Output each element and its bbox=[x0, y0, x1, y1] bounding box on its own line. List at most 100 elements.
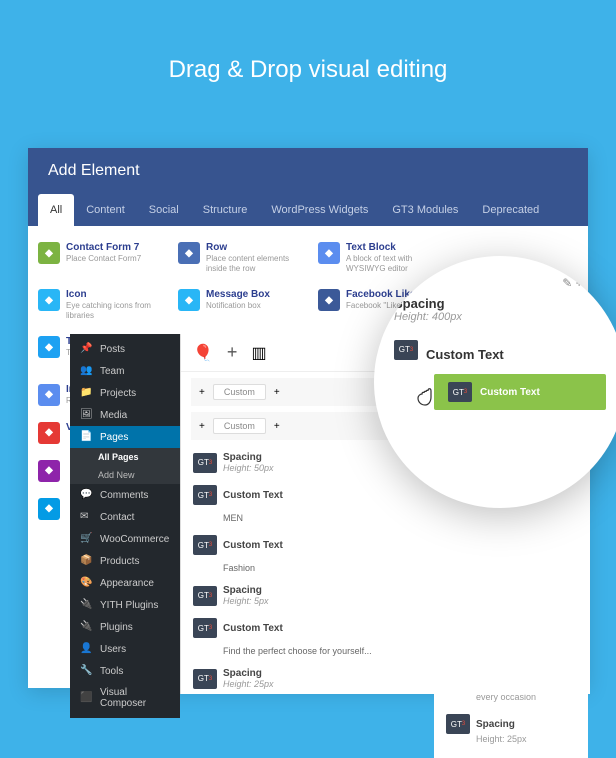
element-card[interactable]: ◆RowPlace content elements inside the ro… bbox=[174, 236, 310, 279]
element-card[interactable]: ◆ Message BoxNotification box bbox=[174, 283, 310, 326]
logo-icon: 🎈 bbox=[193, 343, 213, 363]
wp-menu-comments[interactable]: 💬Comments bbox=[70, 484, 180, 506]
builder-block[interactable]: GT3SpacingHeight: 25px bbox=[181, 662, 590, 695]
menu-icon: 🛒 bbox=[80, 533, 92, 545]
wp-menu-media[interactable]: 🖼Media bbox=[70, 404, 180, 426]
element-icon: ◆ bbox=[38, 384, 60, 406]
wp-menu-add-new[interactable]: Add New bbox=[70, 466, 180, 484]
element-card[interactable]: ◆ Contact Form 7Place Contact Form7 bbox=[34, 236, 170, 279]
wp-menu-projects[interactable]: 📁Projects bbox=[70, 382, 180, 404]
element-title: Text Block bbox=[346, 242, 446, 253]
element-card[interactable]: ◆ IconEye catching icons from libraries bbox=[34, 283, 170, 326]
builder-block[interactable]: GT3Custom Text bbox=[181, 612, 590, 644]
plus-icon[interactable]: + bbox=[199, 421, 205, 432]
element-icon: ◆ bbox=[38, 422, 60, 444]
menu-icon: ✉ bbox=[80, 511, 92, 523]
wp-menu-yith-plugins[interactable]: 🔌YITH Plugins bbox=[70, 594, 180, 616]
plus-icon[interactable]: + bbox=[199, 387, 205, 398]
menu-icon: 🎨 bbox=[80, 577, 92, 589]
block-text: Fashion bbox=[181, 561, 590, 579]
wp-menu-plugins[interactable]: 🔌Plugins bbox=[70, 616, 180, 638]
panel-header: Add Element bbox=[28, 148, 588, 194]
menu-icon: 💬 bbox=[80, 489, 92, 501]
wp-menu-posts[interactable]: 📌Posts bbox=[70, 338, 180, 360]
zoom-circle: ✎ + ✎ Spacing Height: 400px GT3 Custom T… bbox=[374, 256, 616, 508]
wp-menu-contact[interactable]: ✉Contact bbox=[70, 506, 180, 528]
gt3-icon: GT3 bbox=[394, 340, 418, 360]
menu-icon: 🔌 bbox=[80, 621, 92, 633]
add-icon[interactable]: + bbox=[227, 342, 238, 363]
block-text: MEN bbox=[181, 511, 590, 529]
element-title: Message Box bbox=[206, 289, 270, 300]
drop-target[interactable]: GT3 Custom Text bbox=[434, 374, 606, 410]
menu-icon: 👥 bbox=[80, 365, 92, 377]
hero-title: Drag & Drop visual editing bbox=[0, 0, 616, 134]
plus-icon[interactable]: + bbox=[274, 387, 280, 398]
menu-icon: 🖼 bbox=[80, 409, 92, 421]
element-title: Icon bbox=[66, 289, 166, 300]
element-card[interactable]: ◆ Text BlockA block of text with WYSIWYG … bbox=[314, 236, 450, 279]
gt3-icon: GT3 bbox=[193, 453, 217, 473]
element-icon: ◆ bbox=[38, 498, 60, 520]
element-icon: ◆ bbox=[38, 242, 60, 264]
tab-deprecated[interactable]: Deprecated bbox=[470, 194, 551, 226]
element-icon: ◆ bbox=[38, 289, 60, 311]
gt3-icon: GT3 bbox=[193, 586, 217, 606]
gt3-icon: GT3 bbox=[193, 535, 217, 555]
tabs: AllContentSocialStructureWordPress Widge… bbox=[28, 194, 588, 226]
element-desc: Eye catching icons from libraries bbox=[66, 301, 166, 320]
element-icon: ◆ bbox=[318, 242, 340, 264]
element-desc: Place Contact Form7 bbox=[66, 254, 141, 264]
tab-gt3-modules[interactable]: GT3 Modules bbox=[380, 194, 470, 226]
wp-menu-users[interactable]: 👤Users bbox=[70, 638, 180, 660]
wp-menu-products[interactable]: 📦Products bbox=[70, 550, 180, 572]
menu-icon: 📁 bbox=[80, 387, 92, 399]
gt3-icon: GT3 bbox=[193, 618, 217, 638]
gt3-icon: GT3 bbox=[446, 714, 470, 734]
menu-icon: 📄 bbox=[80, 431, 92, 443]
spacing-height: Height: 400px bbox=[394, 311, 606, 323]
block-tools[interactable]: ✎ + ✎ bbox=[562, 276, 596, 290]
gt3-icon: GT3 bbox=[193, 669, 217, 689]
drop-label: Custom Text bbox=[480, 387, 540, 398]
grab-cursor-icon bbox=[416, 380, 442, 408]
plus-icon[interactable]: + bbox=[274, 421, 280, 432]
wp-menu-team[interactable]: 👥Team bbox=[70, 360, 180, 382]
block-row[interactable]: GT3 Custom Text bbox=[394, 337, 606, 362]
custom-text-label: Custom Text bbox=[426, 347, 504, 362]
right-block[interactable]: GT3SpacingHeight: 25px bbox=[442, 708, 580, 750]
element-icon: ◆ bbox=[38, 460, 60, 482]
element-icon: ◆ bbox=[178, 289, 200, 311]
wp-menu-all-pages[interactable]: All Pages bbox=[70, 448, 180, 466]
gt3-icon: GT3 bbox=[448, 382, 472, 402]
tab-all[interactable]: All bbox=[38, 194, 74, 226]
element-desc: A block of text with WYSIWYG editor bbox=[346, 254, 446, 273]
tab-wordpress-widgets[interactable]: WordPress Widgets bbox=[259, 194, 380, 226]
element-icon: ◆ bbox=[318, 289, 340, 311]
block-text: Find the perfect choose for yourself... bbox=[181, 644, 590, 662]
template-icon[interactable]: ▥ bbox=[251, 343, 266, 363]
menu-icon: 🔧 bbox=[80, 665, 92, 677]
builder-block[interactable]: GT3SpacingHeight: 5px bbox=[181, 579, 590, 612]
element-desc: Notification box bbox=[206, 301, 270, 311]
wp-menu-appearance[interactable]: 🎨Appearance bbox=[70, 572, 180, 594]
row-chip[interactable]: Custom bbox=[213, 418, 266, 434]
gt3-icon: GT3 bbox=[193, 485, 217, 505]
wp-menu-visual-composer[interactable]: ⬛Visual Composer bbox=[70, 682, 180, 714]
tab-content[interactable]: Content bbox=[74, 194, 137, 226]
wp-menu-tools[interactable]: 🔧Tools bbox=[70, 660, 180, 682]
menu-icon: ⬛ bbox=[80, 692, 92, 704]
wp-menu-woocommerce[interactable]: 🛒WooCommerce bbox=[70, 528, 180, 550]
element-desc: Place content elements inside the row bbox=[206, 254, 306, 273]
menu-icon: 📌 bbox=[80, 343, 92, 355]
tab-social[interactable]: Social bbox=[137, 194, 191, 226]
wp-menu-pages[interactable]: 📄Pages bbox=[70, 426, 180, 448]
row-chip[interactable]: Custom bbox=[213, 384, 266, 400]
element-title: Contact Form 7 bbox=[66, 242, 141, 253]
builder-block[interactable]: GT3Custom Text bbox=[181, 529, 590, 561]
menu-icon: 👤 bbox=[80, 643, 92, 655]
element-icon: ◆ bbox=[178, 242, 200, 264]
menu-icon: 📦 bbox=[80, 555, 92, 567]
tab-structure[interactable]: Structure bbox=[191, 194, 260, 226]
spacing-title: Spacing bbox=[394, 296, 606, 311]
